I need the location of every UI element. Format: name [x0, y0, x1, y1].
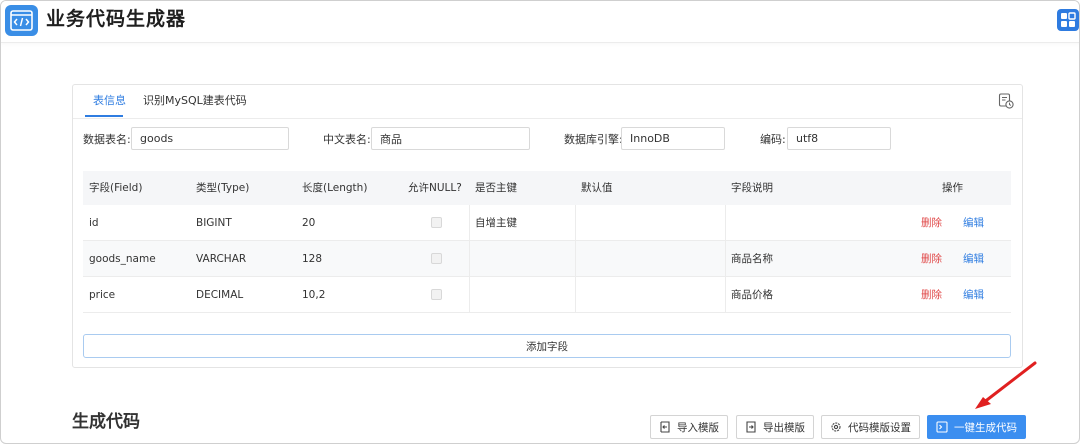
column-divider [725, 205, 726, 240]
column-divider [469, 241, 470, 276]
export-template-label: 导出模版 [763, 421, 805, 434]
table-row: goods_name VARCHAR 128 商品名称 删除 编辑 [83, 241, 1011, 277]
nullable-checkbox[interactable] [431, 289, 442, 300]
header-length: 长度(Length) [302, 182, 368, 194]
active-tab-indicator [85, 115, 123, 117]
cn-name-label: 中文表名: [323, 133, 371, 146]
length-cell: 128 [302, 253, 323, 265]
template-settings-label: 代码模版设置 [848, 421, 911, 434]
column-divider [469, 205, 470, 240]
comment-cell: 商品价格 [731, 289, 773, 301]
column-divider [725, 241, 726, 276]
edit-button[interactable]: 编辑 [963, 205, 984, 240]
header-comment: 字段说明 [731, 182, 773, 194]
tab-table-info[interactable]: 表信息 [93, 94, 126, 108]
column-divider [725, 277, 726, 312]
import-icon [660, 421, 670, 433]
app-title: 业务代码生成器 [46, 8, 187, 30]
primary-cell: 自增主键 [475, 217, 517, 229]
type-cell: VARCHAR [196, 253, 247, 265]
table-row: id BIGINT 20 自增主键 删除 编辑 [83, 205, 1011, 241]
column-divider [575, 241, 576, 276]
generate-code-label: 一键生成代码 [954, 421, 1017, 434]
comment-cell: 商品名称 [731, 253, 773, 265]
app-window: 业务代码生成器 表信息 识别MySQL建表代码 数据表名: goods 中文表名… [0, 0, 1080, 444]
tab-bar: 表信息 识别MySQL建表代码 [73, 85, 1022, 119]
generate-code-button[interactable]: 一键生成代码 [927, 415, 1026, 439]
type-cell: DECIMAL [196, 289, 244, 301]
field-cell: goods_name [89, 253, 156, 265]
column-divider [469, 277, 470, 312]
edit-button[interactable]: 编辑 [963, 241, 984, 276]
table-header: 字段(Field) 类型(Type) 长度(Length) 允许NULL? 是否… [83, 171, 1011, 205]
table-name-input[interactable] [131, 127, 289, 150]
delete-button[interactable]: 删除 [921, 241, 942, 276]
cn-name-input[interactable] [371, 127, 530, 150]
column-divider [575, 277, 576, 312]
delete-button[interactable]: 删除 [921, 205, 942, 240]
column-divider [575, 205, 576, 240]
grid-icon[interactable] [1057, 9, 1079, 31]
nullable-checkbox[interactable] [431, 217, 442, 228]
header-nullable: 允许NULL? [408, 182, 462, 194]
header-default: 默认值 [581, 182, 613, 194]
template-settings-button[interactable]: 代码模版设置 [821, 415, 920, 439]
engine-label: 数据库引擎: [564, 133, 623, 146]
terminal-icon [936, 421, 948, 433]
nullable-checkbox[interactable] [431, 253, 442, 264]
header-actions: 操作 [942, 182, 963, 194]
tab-parse-mysql[interactable]: 识别MySQL建表代码 [143, 94, 247, 108]
field-cell: price [89, 289, 116, 301]
length-cell: 10,2 [302, 289, 326, 301]
table-row: price DECIMAL 10,2 商品价格 删除 编辑 [83, 277, 1011, 313]
header-field: 字段(Field) [89, 182, 143, 194]
generate-section-title: 生成代码 [72, 412, 140, 432]
table-name-label: 数据表名: [83, 133, 131, 146]
engine-input[interactable] [621, 127, 725, 150]
header-primary: 是否主键 [475, 182, 517, 194]
history-icon[interactable] [998, 93, 1014, 109]
encoding-input[interactable] [787, 127, 891, 150]
import-template-label: 导入模版 [677, 421, 719, 434]
encoding-label: 编码: [760, 133, 786, 146]
code-window-icon [5, 5, 38, 36]
app-header: 业务代码生成器 [1, 1, 1079, 43]
export-icon [746, 421, 756, 433]
type-cell: BIGINT [196, 217, 232, 229]
annotation-arrow-icon [975, 361, 1037, 409]
length-cell: 20 [302, 217, 316, 229]
table-info-card: 表信息 识别MySQL建表代码 数据表名: 中文表名: 数据库引擎: 编码: 字… [72, 84, 1023, 368]
delete-button[interactable]: 删除 [921, 277, 942, 312]
edit-button[interactable]: 编辑 [963, 277, 984, 312]
field-cell: id [89, 217, 99, 229]
header-type: 类型(Type) [196, 182, 250, 194]
export-template-button[interactable]: 导出模版 [736, 415, 814, 439]
import-template-button[interactable]: 导入模版 [650, 415, 728, 439]
add-field-button[interactable]: 添加字段 [83, 334, 1011, 358]
gear-icon [831, 422, 841, 432]
